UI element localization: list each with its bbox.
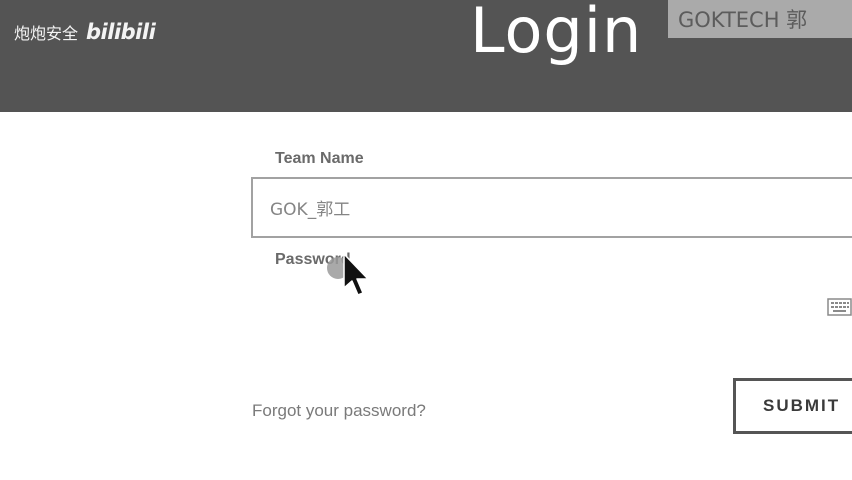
- watermark-left: 炮炮安全 bilibili: [14, 20, 156, 44]
- bilibili-logo: bilibili: [86, 20, 156, 44]
- watermark-right: GOKTECH 郭: [668, 0, 852, 38]
- submit-button[interactable]: SUBMIT: [733, 378, 852, 434]
- keyboard-icon[interactable]: [827, 296, 852, 318]
- page-header: 炮炮安全 bilibili Login GOKTECH 郭: [0, 0, 852, 112]
- team-name-label: Team Name: [275, 150, 364, 167]
- mouse-pointer-icon: [327, 253, 369, 296]
- page-title: Login: [470, 0, 643, 67]
- team-name-input[interactable]: [251, 177, 852, 238]
- watermark-left-text: 炮炮安全: [14, 24, 79, 43]
- forgot-password-link[interactable]: Forgot your password?: [252, 401, 426, 421]
